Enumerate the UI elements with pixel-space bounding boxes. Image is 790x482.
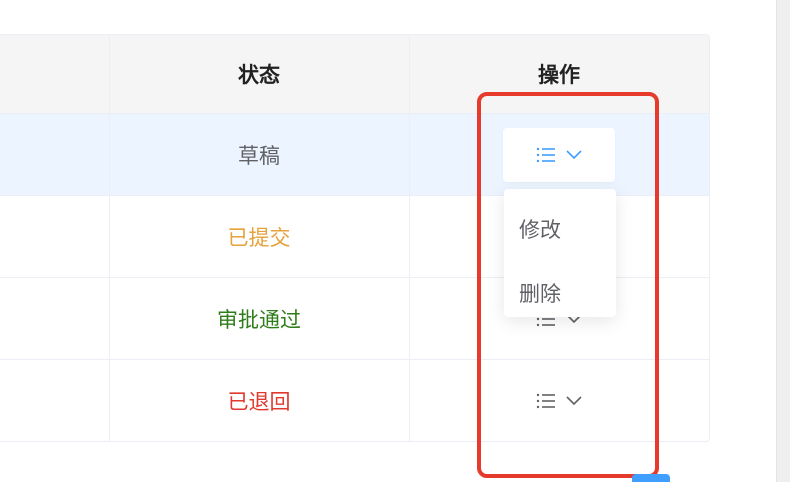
status-badge: 审批通过 xyxy=(217,307,301,332)
page-scrollbar[interactable] xyxy=(776,0,790,482)
partial-primary-button[interactable] xyxy=(632,474,670,482)
status-badge: 草稿 xyxy=(238,143,280,168)
status-badge: 已退回 xyxy=(227,390,291,414)
header-status[interactable]: 状态 xyxy=(109,35,409,113)
annotation-highlight-box xyxy=(477,92,659,478)
status-badge: 已提交 xyxy=(227,225,291,250)
